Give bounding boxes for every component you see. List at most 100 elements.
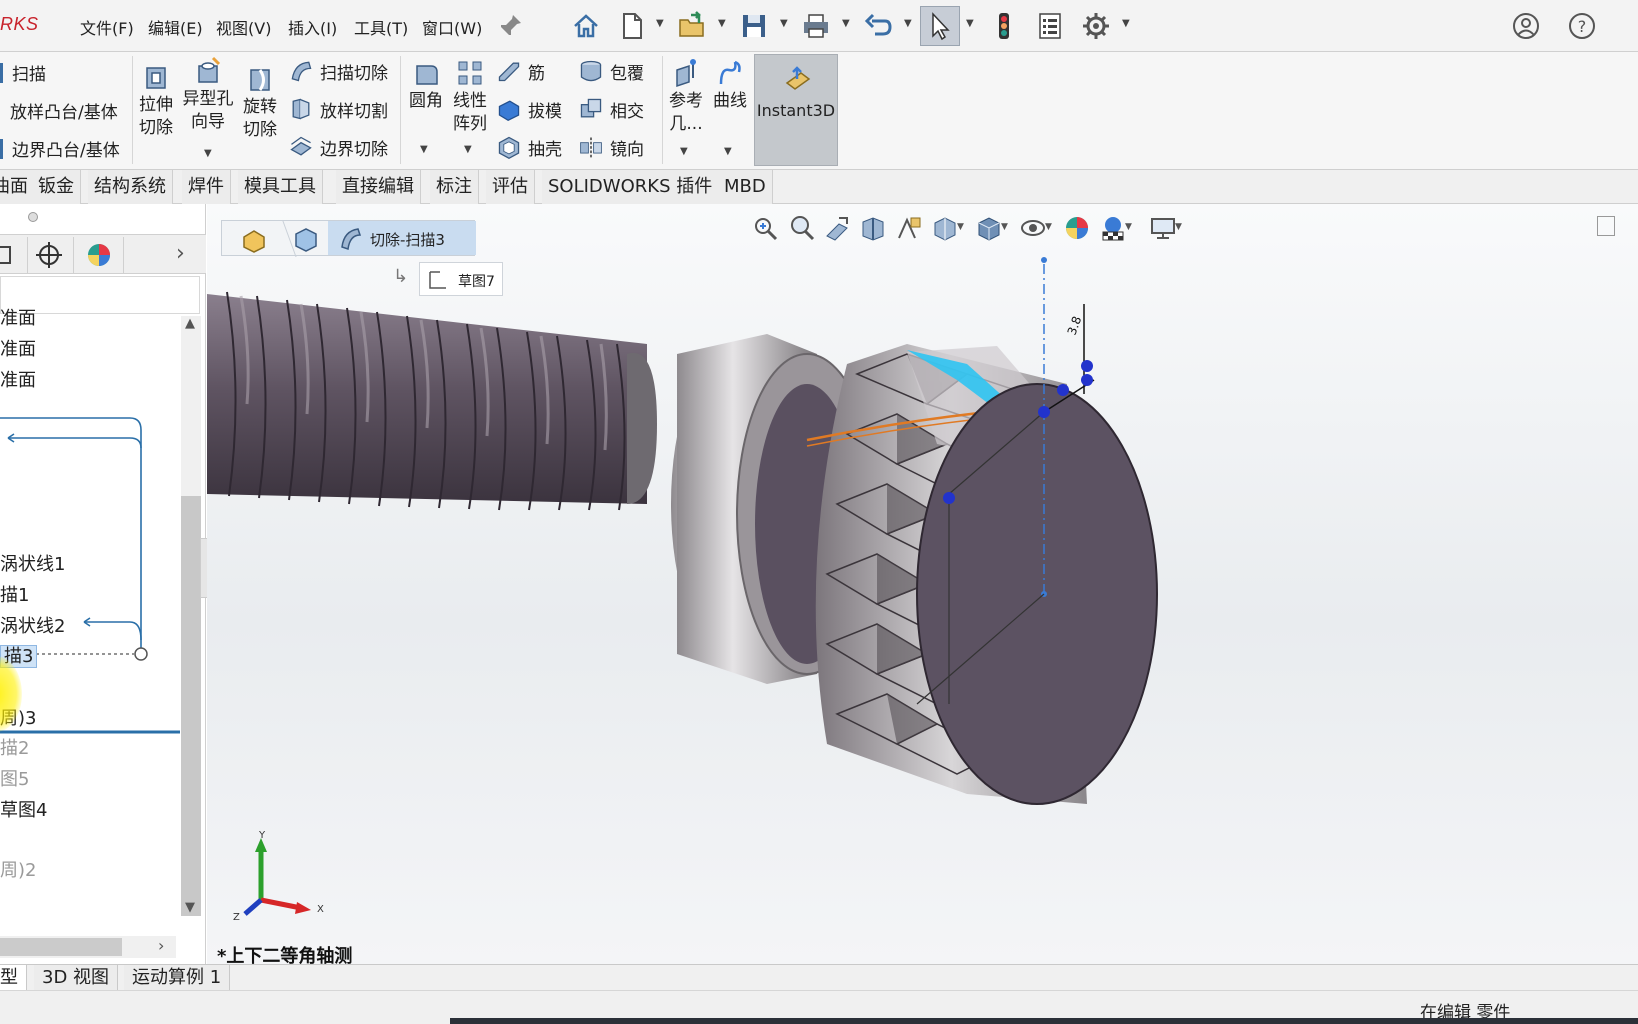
wrap-icon bbox=[580, 60, 602, 82]
revolved-cut-button[interactable]: 旋转 切除 bbox=[240, 64, 280, 142]
tree-item-plane-right[interactable]: 准面 bbox=[0, 366, 36, 392]
menu-file[interactable]: 文件(F) bbox=[80, 15, 134, 39]
pin-icon[interactable] bbox=[490, 6, 530, 46]
tab-3d-views[interactable]: 3D 视图 bbox=[34, 965, 119, 991]
tab-markup[interactable]: 标注 bbox=[430, 170, 479, 204]
hole-wizard-label-2: 向导 bbox=[191, 112, 225, 132]
chevron-down-icon[interactable]: ▼ bbox=[464, 144, 472, 155]
chevron-right-icon[interactable]: › bbox=[176, 241, 185, 266]
boundary-cut-button[interactable]: 边界切除 bbox=[288, 134, 388, 160]
chevron-down-icon[interactable]: ▼ bbox=[842, 18, 850, 29]
mirror-button[interactable]: 镜向 bbox=[578, 134, 644, 160]
tab-model[interactable]: 型 bbox=[0, 965, 27, 991]
tab-display-manager[interactable] bbox=[74, 237, 124, 273]
mirror-label: 镜向 bbox=[610, 139, 644, 160]
chevron-up-icon[interactable]: ▲ bbox=[185, 316, 195, 331]
chevron-down-icon[interactable]: ▼ bbox=[718, 18, 726, 29]
boundary-boss-label: 边界凸台/基体 bbox=[12, 141, 120, 161]
instant3d-button[interactable]: Instant3D bbox=[754, 54, 838, 166]
chevron-down-icon[interactable]: ▼ bbox=[1122, 18, 1130, 29]
chevron-down-icon[interactable]: ▼ bbox=[420, 144, 428, 155]
tree-item-spiral-1[interactable]: 涡状线1 bbox=[0, 550, 65, 576]
rebuild-traffic-light-icon[interactable] bbox=[984, 6, 1024, 46]
sweep-label: 扫描 bbox=[12, 65, 46, 85]
tab-surfaces[interactable]: 曲面 bbox=[0, 170, 35, 204]
tab-sheet-metal[interactable]: 钣金 bbox=[32, 170, 81, 204]
undo-icon[interactable] bbox=[858, 6, 898, 46]
boundary-boss-button[interactable]: 边界凸台/基体 bbox=[0, 136, 120, 161]
menu-edit[interactable]: 编辑(E) bbox=[148, 15, 203, 39]
tab-motion-study[interactable]: 运动算例 1 bbox=[124, 965, 231, 991]
crosshair-icon bbox=[35, 242, 62, 268]
chevron-down-icon[interactable]: ▼ bbox=[966, 18, 974, 29]
select-cursor-icon[interactable] bbox=[920, 6, 960, 46]
reference-geometry-button[interactable]: 参考 几... bbox=[666, 58, 706, 136]
save-icon[interactable] bbox=[734, 6, 774, 46]
shell-label: 抽壳 bbox=[528, 139, 562, 160]
draft-label: 拔模 bbox=[528, 101, 562, 122]
intersect-button[interactable]: 相交 bbox=[578, 96, 644, 122]
rib-button[interactable]: 筋 bbox=[496, 58, 545, 84]
draft-icon bbox=[498, 100, 520, 122]
tree-item-sweep-1[interactable]: 描1 bbox=[0, 581, 29, 607]
chevron-down-icon[interactable]: ▼ bbox=[780, 18, 788, 29]
app-logo: RKS bbox=[0, 14, 39, 34]
fillet-button[interactable]: 圆角 bbox=[406, 58, 446, 113]
panel-resize-handle[interactable] bbox=[28, 212, 38, 222]
tab-direct-editing[interactable]: 直接编辑 bbox=[336, 170, 421, 204]
tab-evaluate[interactable]: 评估 bbox=[486, 170, 535, 204]
tree-item-sweep-2[interactable]: 描2 bbox=[0, 734, 29, 760]
menu-view[interactable]: 视图(V) bbox=[216, 15, 271, 39]
scrollbar-thumb[interactable] bbox=[0, 938, 122, 956]
chevron-down-icon[interactable]: ▼ bbox=[904, 18, 912, 29]
wrap-button[interactable]: 包覆 bbox=[578, 58, 644, 84]
tree-item-pattern-2[interactable]: 周)2 bbox=[0, 856, 36, 882]
lofted-cut-button[interactable]: 放样切割 bbox=[288, 96, 388, 122]
shell-button[interactable]: 抽壳 bbox=[496, 134, 562, 160]
hole-wizard-button[interactable]: 异型孔 向导 bbox=[180, 56, 236, 134]
tree-item-plane-front[interactable]: 准面 bbox=[0, 304, 36, 330]
chevron-down-icon[interactable]: ▼ bbox=[656, 18, 664, 29]
loft-boss-button[interactable]: 放样凸台/基体 bbox=[10, 98, 118, 123]
file-properties-icon[interactable] bbox=[1030, 6, 1070, 46]
tab-solidworks-addins[interactable]: SOLIDWORKS 插件 bbox=[542, 170, 720, 204]
bolt-model[interactable]: 3.8 bbox=[207, 204, 1638, 964]
home-icon[interactable] bbox=[566, 6, 606, 46]
linear-pattern-button[interactable]: 线性 阵列 bbox=[450, 58, 490, 136]
graphics-area[interactable]: 切除-扫描3 ↳ 草图7 ▼ ▼ ▼ ▼ ▼ 3.8 Y X Z *上下二等角轴… bbox=[207, 204, 1638, 964]
tree-item-sketch-5[interactable]: 图5 bbox=[0, 765, 29, 791]
draft-button[interactable]: 拔模 bbox=[496, 96, 562, 122]
menu-tools[interactable]: 工具(T) bbox=[354, 15, 408, 39]
chevron-right-icon[interactable]: › bbox=[158, 936, 164, 955]
chevron-down-icon[interactable]: ▼ bbox=[185, 900, 195, 915]
swept-cut-button[interactable]: 扫描切除 bbox=[288, 58, 388, 84]
linear-pattern-label-1: 线性 bbox=[453, 91, 487, 111]
curves-button[interactable]: 曲线 bbox=[710, 58, 750, 113]
tree-vertical-scrollbar[interactable]: ▲ ▼ bbox=[181, 316, 201, 916]
extruded-cut-button[interactable]: 拉伸 切除 bbox=[136, 62, 176, 140]
scrollbar-thumb[interactable] bbox=[181, 496, 201, 916]
chevron-down-icon[interactable]: ▼ bbox=[724, 146, 732, 157]
help-icon[interactable]: ? bbox=[1562, 6, 1602, 46]
tree-item-plane-top[interactable]: 准面 bbox=[0, 335, 36, 361]
new-document-icon[interactable] bbox=[612, 6, 652, 46]
tree-item-sketch-4[interactable]: 草图4 bbox=[0, 796, 47, 822]
print-icon[interactable] bbox=[796, 6, 836, 46]
gear-icon[interactable] bbox=[1076, 6, 1116, 46]
tree-horizontal-scrollbar[interactable]: › bbox=[0, 936, 176, 958]
menu-insert[interactable]: 插入(I) bbox=[288, 15, 337, 39]
user-account-icon[interactable] bbox=[1506, 6, 1546, 46]
tab-mold-tools[interactable]: 模具工具 bbox=[238, 170, 323, 204]
chevron-down-icon[interactable]: ▼ bbox=[680, 146, 688, 157]
chevron-down-icon[interactable]: ▼ bbox=[204, 148, 212, 159]
tab-structure-system[interactable]: 结构系统 bbox=[88, 170, 173, 204]
tab-mbd[interactable]: MBD bbox=[718, 170, 773, 204]
tree-item-spiral-2[interactable]: 涡状线2 bbox=[0, 612, 65, 638]
open-folder-icon[interactable] bbox=[672, 6, 712, 46]
menu-window[interactable]: 窗口(W) bbox=[422, 15, 482, 39]
lofted-cut-label: 放样切割 bbox=[320, 101, 388, 122]
tab-weldments[interactable]: 焊件 bbox=[182, 170, 231, 204]
svg-text:?: ? bbox=[1578, 17, 1587, 36]
tab-dimxpert-manager[interactable] bbox=[24, 237, 74, 273]
sweep-boss-button[interactable]: 扫描 bbox=[0, 60, 46, 85]
